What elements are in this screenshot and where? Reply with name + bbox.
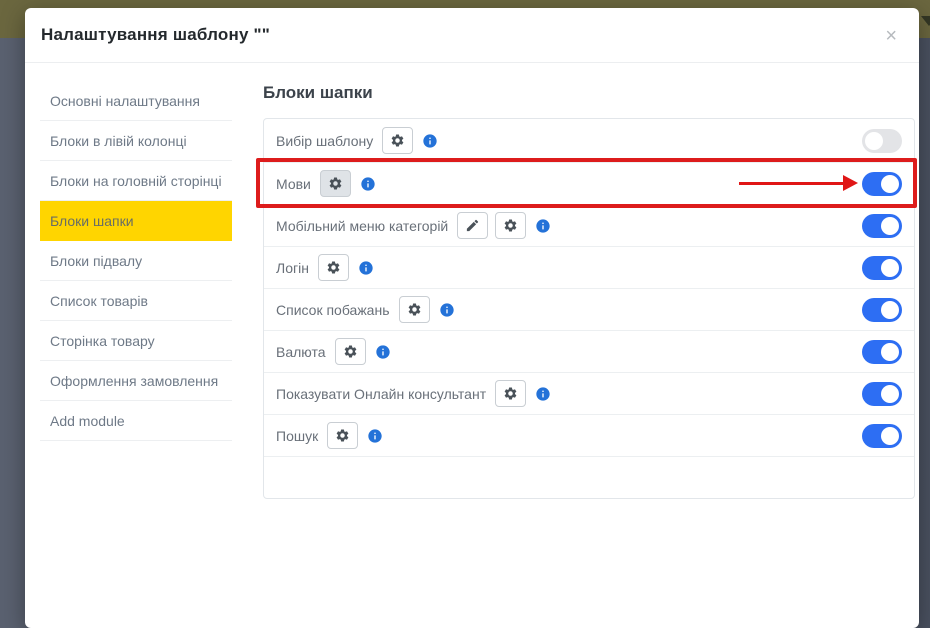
row-label: Мобільний меню категорій	[276, 218, 448, 234]
dropdown-caret-icon	[921, 16, 930, 26]
info-icon[interactable]	[360, 176, 376, 192]
row-label: Пошук	[276, 428, 318, 444]
gear-icon	[343, 344, 358, 359]
sidebar-item-left-column-blocks[interactable]: Блоки в лівій колонці	[40, 121, 232, 161]
gear-button[interactable]	[327, 422, 358, 449]
toggle-knob	[881, 217, 899, 235]
block-row-login: Логін	[264, 246, 914, 288]
sidebar-item-header-blocks[interactable]: Блоки шапки	[40, 201, 232, 241]
row-label: Показувати Онлайн консультант	[276, 386, 486, 402]
main-content: Блоки шапки Вибір шаблону Мови	[263, 81, 915, 499]
row-label: Вибір шаблону	[276, 133, 373, 149]
gear-button[interactable]	[495, 212, 526, 239]
pencil-icon	[465, 218, 480, 233]
info-icon[interactable]	[535, 386, 551, 402]
block-row-currency: Валюта	[264, 330, 914, 372]
toggle-knob	[865, 132, 883, 150]
info-icon[interactable]	[439, 302, 455, 318]
block-row-search: Пошук	[264, 414, 914, 456]
row-label: Список побажань	[276, 302, 390, 318]
toggle-switch[interactable]	[862, 214, 902, 238]
close-icon[interactable]: ×	[885, 26, 897, 46]
gear-icon	[390, 133, 405, 148]
toggle-switch[interactable]	[862, 298, 902, 322]
row-label: Валюта	[276, 344, 326, 360]
gear-button[interactable]	[399, 296, 430, 323]
block-row-wishlist: Список побажань	[264, 288, 914, 330]
header-blocks-panel: Вибір шаблону Мови	[263, 118, 915, 499]
row-label: Мови	[276, 176, 311, 192]
gear-icon	[326, 260, 341, 275]
sidebar-item-home-page-blocks[interactable]: Блоки на головній сторінці	[40, 161, 232, 201]
sidebar-item-product-list[interactable]: Список товарів	[40, 281, 232, 321]
modal-title: Налаштування шаблону ""	[41, 25, 895, 45]
toggle-switch[interactable]	[862, 340, 902, 364]
modal-header: Налаштування шаблону "" ×	[25, 8, 919, 63]
info-icon[interactable]	[367, 428, 383, 444]
gear-icon	[503, 386, 518, 401]
block-row-languages: Мови	[264, 162, 914, 204]
gear-icon	[335, 428, 350, 443]
toggle-knob	[881, 175, 899, 193]
modal-body: Основні налаштування Блоки в лівій колон…	[25, 63, 919, 499]
gear-icon	[503, 218, 518, 233]
sidebar-item-add-module[interactable]: Add module	[40, 401, 232, 441]
toggle-switch[interactable]	[862, 256, 902, 280]
template-settings-modal: Налаштування шаблону "" × Основні налашт…	[25, 8, 919, 628]
gear-button[interactable]	[495, 380, 526, 407]
edit-button[interactable]	[457, 212, 488, 239]
info-icon[interactable]	[375, 344, 391, 360]
info-icon[interactable]	[422, 133, 438, 149]
sidebar: Основні налаштування Блоки в лівій колон…	[40, 81, 232, 499]
toggle-switch[interactable]	[862, 424, 902, 448]
block-row-template-choice: Вибір шаблону	[264, 119, 914, 162]
gear-button[interactable]	[335, 338, 366, 365]
gear-icon	[407, 302, 422, 317]
toggle-knob	[881, 259, 899, 277]
toggle-knob	[881, 385, 899, 403]
gear-button[interactable]	[382, 127, 413, 154]
row-label: Логін	[276, 260, 309, 276]
toggle-knob	[881, 301, 899, 319]
sidebar-item-general-settings[interactable]: Основні налаштування	[40, 81, 232, 121]
sidebar-item-product-page[interactable]: Сторінка товару	[40, 321, 232, 361]
sidebar-item-footer-blocks[interactable]: Блоки підвалу	[40, 241, 232, 281]
sidebar-item-checkout[interactable]: Оформлення замовлення	[40, 361, 232, 401]
block-row-online-consultant: Показувати Онлайн консультант	[264, 372, 914, 414]
toggle-switch[interactable]	[862, 382, 902, 406]
toggle-switch[interactable]	[862, 172, 902, 196]
toggle-knob	[881, 343, 899, 361]
block-row-partial	[264, 456, 914, 498]
toggle-knob	[881, 427, 899, 445]
gear-button[interactable]	[320, 170, 351, 197]
block-row-mobile-category-menu: Мобільний меню категорій	[264, 204, 914, 246]
info-icon[interactable]	[535, 218, 551, 234]
info-icon[interactable]	[358, 260, 374, 276]
section-heading: Блоки шапки	[263, 83, 915, 103]
gear-icon	[328, 176, 343, 191]
toggle-switch[interactable]	[862, 129, 902, 153]
gear-button[interactable]	[318, 254, 349, 281]
